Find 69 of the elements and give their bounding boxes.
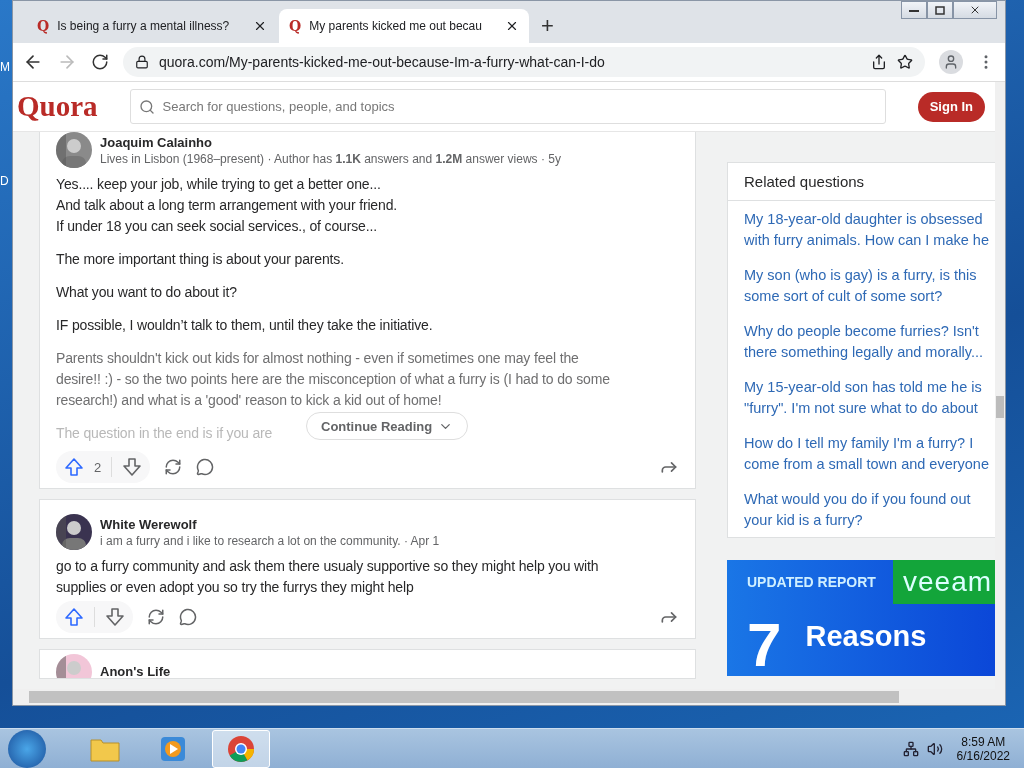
continue-reading-button[interactable]: Continue Reading <box>306 412 469 440</box>
browser-tab[interactable]: Q My parents kicked me out becau <box>279 9 529 43</box>
answer-text: supplies or even adopt you so try the furrys they might help <box>56 578 414 597</box>
downvote-icon[interactable] <box>122 457 143 477</box>
related-question-link[interactable]: What would you do if you found out your kid is a furry? <box>744 489 995 531</box>
answer-text: desire!! :) - so the two points here are the misconception of what a furry is (I had to do some <box>56 370 610 389</box>
close-icon[interactable] <box>253 19 267 33</box>
author-name[interactable]: White Werewolf <box>100 516 440 532</box>
tab-title: Is being a furry a mental illness? <box>57 19 231 33</box>
downvote-icon[interactable] <box>105 607 125 627</box>
brand-logo: veeam <box>893 560 995 604</box>
reshare-icon[interactable] <box>147 608 165 626</box>
ad-number: 7 <box>747 609 782 676</box>
desktop-icon-label[interactable]: M <box>0 60 12 74</box>
author-credential: Lives in Lisbon (1968–present) · Author has 1.1K answers and 1.2M answer views · 5y <box>100 151 561 166</box>
network-icon[interactable] <box>902 740 919 757</box>
comment-icon[interactable] <box>196 458 215 476</box>
reload-icon[interactable] <box>91 53 109 71</box>
answer-text: The more important thing is about your parents. <box>56 250 344 269</box>
volume-icon[interactable] <box>926 740 943 757</box>
author-credential: i am a furry and i like to research a lot on the community. · Apr 1 <box>100 533 440 548</box>
horizontal-scrollbar[interactable] <box>13 689 1005 705</box>
minimize-button[interactable] <box>901 1 927 19</box>
maximize-icon[interactable] <box>935 5 945 15</box>
search-icon <box>138 98 155 115</box>
quora-logo[interactable]: Quora <box>17 90 98 123</box>
close-icon[interactable] <box>505 19 519 33</box>
related-question-link[interactable]: How do I tell my family I'm a furry? I come from a small town and everyone <box>744 433 995 475</box>
new-tab-button[interactable]: + <box>531 13 564 43</box>
related-question-link[interactable]: My 15-year-old son has told me he is "furry". I'm not sure what to do about <box>744 377 995 419</box>
profile-icon[interactable] <box>939 50 963 74</box>
sign-in-button[interactable]: Sign In <box>917 91 985 122</box>
related-question-link[interactable]: My 18-year-old daughter is obsessed with furry animals. How can I make he <box>744 209 995 251</box>
upvote-icon[interactable] <box>64 457 84 477</box>
reshare-icon[interactable] <box>164 458 183 476</box>
desktop-icon-label[interactable]: D <box>0 174 12 188</box>
answer-text: The question in the end is if you are <box>56 424 273 443</box>
advertisement-banner[interactable]: UPDATED REPORT veeam 7 Reasons <box>727 560 995 676</box>
minimize-icon[interactable] <box>909 8 919 12</box>
close-icon[interactable] <box>969 4 981 16</box>
search-field[interactable]: Search for questions, people, and topics <box>129 89 886 124</box>
tab-title: My parents kicked me out becau <box>309 19 483 33</box>
ad-headline: Reasons <box>805 619 927 653</box>
answer-text: go to a furry community and ask them there usualy supportive so they might help you with <box>56 557 599 576</box>
ad-tag: UPDATED REPORT <box>727 574 893 590</box>
address-bar[interactable]: quora.com/My-parents-kicked-me-out-because-Im-a-furry-what-can-I-do <box>123 47 925 77</box>
related-question-link[interactable]: My son (who is gay) is a furry, is this some sort of cult of some sort? <box>744 265 995 307</box>
answer-text: research!) and what is a 'good' reason to kick a kid out of home! <box>56 391 442 410</box>
start-button[interactable] <box>8 729 46 768</box>
answer-text: What you want to do about it? <box>56 283 237 302</box>
author-name[interactable]: Joaquim Calainho <box>100 134 561 150</box>
vertical-scrollbar[interactable] <box>995 82 1005 689</box>
answer-text: Yes.... keep your job, while trying to get a better one... <box>56 175 381 194</box>
clock[interactable]: 8:59 AM 6/16/2022 <box>950 734 1016 763</box>
answer-text: If under 18 you can seek social services., of course... <box>56 217 377 236</box>
author-name[interactable]: Anon's Life <box>100 665 171 678</box>
browser-tab[interactable]: Q Is being a furry a mental illness? <box>27 9 277 43</box>
upvote-count: 2 <box>94 459 102 475</box>
answer-text: Parents shouldn't kick out kids for almost nothing - even if sometimes one may feel the <box>56 349 579 368</box>
upvote-icon[interactable] <box>64 607 84 627</box>
chrome-icon[interactable] <box>212 729 270 768</box>
site-icon: Q <box>289 18 302 34</box>
maximize-button[interactable] <box>927 1 953 19</box>
answer-text: And talk about a long term arrangement with your friend. <box>56 196 397 215</box>
site-icon: Q <box>37 18 50 34</box>
comment-icon[interactable] <box>179 608 197 626</box>
related-question-link[interactable]: Why do people become furries? Isn't there something legally and morally... <box>744 321 995 363</box>
search-input[interactable]: Search for questions, people, and topics <box>160 98 877 115</box>
answer-text: IF possible, I wouldn’t talk to them, until they take the initiative. <box>56 316 433 335</box>
